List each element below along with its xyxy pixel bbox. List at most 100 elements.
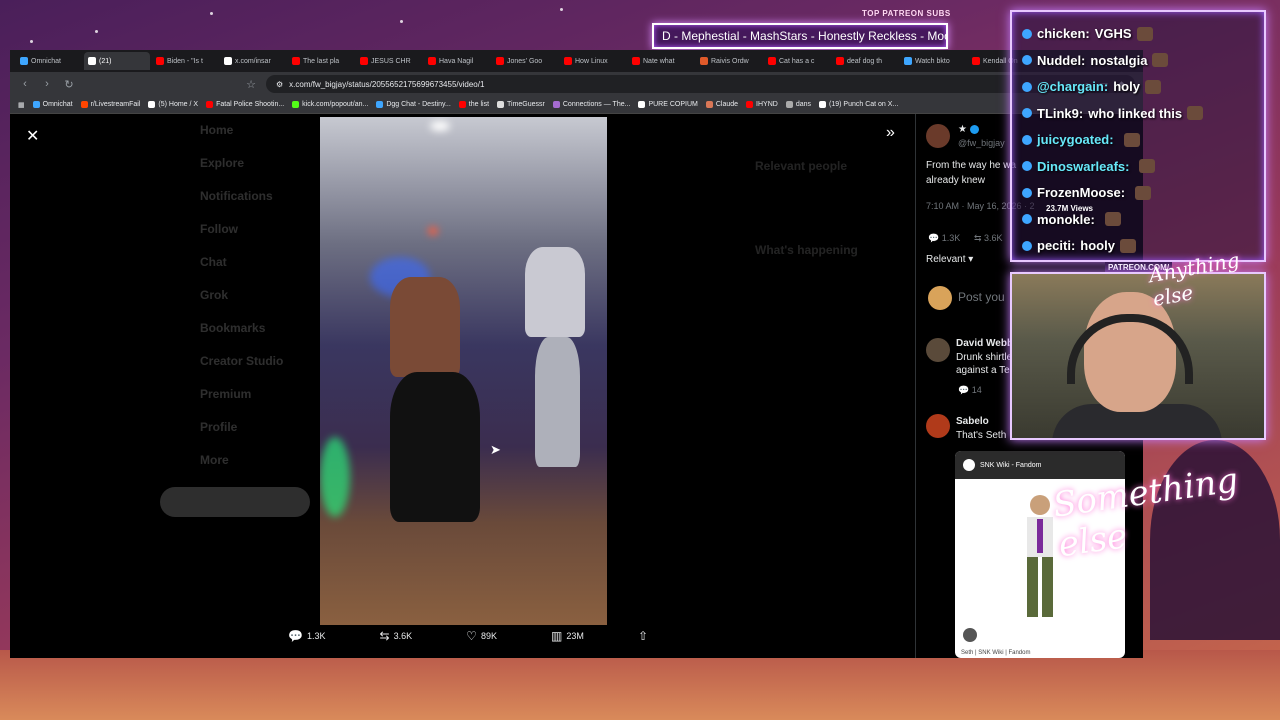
bookmark-item[interactable]: Omnichat <box>32 101 73 108</box>
share-icon: ⇧ <box>637 629 648 643</box>
reply2-name[interactable]: Sabelo <box>956 416 989 427</box>
reply1-name[interactable]: David Webb <box>956 338 1013 349</box>
tab-label: How Linux <box>575 57 608 65</box>
bookmark-label: Claude <box>715 101 739 108</box>
tab-label: JESUS CHR <box>371 57 411 65</box>
bookmark-item[interactable]: dans <box>785 101 811 108</box>
lens-icon[interactable] <box>963 628 977 642</box>
bookmark-item[interactable]: kick.com/popout/an... <box>292 101 368 108</box>
browser-tab[interactable]: JESUS CHR <box>356 52 422 70</box>
bookmark-item[interactable]: Connections — The... <box>552 101 630 108</box>
tweet-handle[interactable]: @fw_bigjay <box>958 138 1005 148</box>
chat-text: hooly <box>1080 238 1115 253</box>
forward-icon[interactable]: › <box>40 78 54 90</box>
man-in-vest <box>525 247 585 337</box>
tab-favicon-icon <box>156 57 164 65</box>
repost-count: 3.6K <box>393 631 413 641</box>
video-player[interactable] <box>320 117 607 625</box>
back-icon[interactable]: ‹ <box>18 78 32 90</box>
headset-icon <box>1067 314 1193 384</box>
x-nav-item: Explore <box>200 156 245 170</box>
views-icon: ▥ <box>551 629 563 643</box>
browser-tab[interactable]: Omnichat <box>16 52 82 70</box>
reply2-avatar[interactable] <box>926 414 950 438</box>
browser-window: Omnichat (21) Biden - "Is t x.com/insar The … <box>10 50 1143 658</box>
bookmark-item[interactable]: PURE COPIUM <box>638 101 698 108</box>
browser-tab[interactable]: deaf dog th <box>832 52 898 70</box>
tweet-reply-count[interactable]: 💬 1.3K <box>928 233 960 244</box>
bookmark-item[interactable]: Claude <box>705 101 739 108</box>
reload-icon[interactable]: ↻ <box>62 78 76 91</box>
x-right-dimmed: Relevant people What's happening <box>755 159 915 327</box>
bookmark-favicon-icon <box>148 101 156 108</box>
tab-favicon-icon <box>292 57 300 65</box>
black-pants <box>390 372 480 522</box>
chat-username: juicygoated: <box>1037 132 1114 147</box>
bookmark-item[interactable]: (5) Home / X <box>148 101 198 108</box>
browser-tab[interactable]: Biden - "Is t <box>152 52 218 70</box>
heart-icon: ♡ <box>466 629 477 643</box>
popup-caption: Seth | SNK Wiki | Fandom <box>961 650 1031 656</box>
avatar[interactable] <box>926 124 950 148</box>
view-count: 23M <box>566 631 584 641</box>
shirtless-man <box>390 277 460 377</box>
browser-tab[interactable]: How Linux <box>560 52 626 70</box>
chat-username: chicken: <box>1037 26 1090 41</box>
x-nav-item: Creator Studio <box>200 354 284 368</box>
site-favicon-icon <box>963 459 975 471</box>
browser-tab[interactable]: (21) <box>84 52 150 70</box>
browser-tab[interactable]: Watch bkto <box>900 52 966 70</box>
tab-label: Nate what <box>643 57 675 65</box>
sort-dropdown[interactable]: Relevant ▾ <box>926 254 973 265</box>
chat-platform-icon <box>1022 240 1032 251</box>
bookmark-item[interactable]: the list <box>458 101 489 108</box>
popup-header: SNK Wiki - Fandom <box>955 451 1125 479</box>
site-info-icon[interactable]: ⚙ <box>276 80 283 89</box>
chat-platform-icon <box>1022 187 1032 198</box>
tab-favicon-icon <box>904 57 912 65</box>
browser-tab[interactable]: Hava Nagil <box>424 52 490 70</box>
browser-tab[interactable]: Nate what <box>628 52 694 70</box>
tab-favicon-icon <box>20 57 28 65</box>
bookmark-item[interactable]: Dgg Chat - Destiny... <box>376 101 451 108</box>
close-icon[interactable]: ✕ <box>26 126 39 146</box>
bookmark-label: TimeGuessr <box>507 101 545 108</box>
browser-tab[interactable]: Raivis Ordw <box>696 52 762 70</box>
bookmark-item[interactable]: IHYND <box>746 101 778 108</box>
chat-text: who linked this <box>1088 105 1183 121</box>
address-bar[interactable]: ⚙ x.com/fw_bigjay/status/205565217569967… <box>266 75 1135 93</box>
own-avatar <box>928 286 952 310</box>
bookmark-item[interactable]: Fatal Police Shootin... <box>206 101 284 108</box>
reply-button[interactable]: 💬 1.3K <box>288 629 325 643</box>
bookmark-item[interactable]: r/LivestreamFail <box>80 101 140 108</box>
bookmark-favicon-icon <box>746 101 754 108</box>
browser-tab[interactable]: Jones' Goo <box>492 52 558 70</box>
mouse-cursor-icon: ➤ <box>490 442 501 457</box>
browser-tab[interactable]: The last pla <box>288 52 354 70</box>
share-button[interactable]: ⇧ <box>638 629 648 643</box>
bookmark-favicon-icon <box>206 101 214 108</box>
reply1-comments[interactable]: 💬 14 <box>958 385 982 396</box>
chat-platform-icon <box>1022 214 1032 224</box>
reply-input[interactable]: Post you <box>958 290 1005 304</box>
bookmark-star-icon[interactable]: ☆ <box>244 78 258 91</box>
repost-button[interactable]: ⇆ 3.6K <box>380 629 413 643</box>
tab-favicon-icon <box>700 57 708 65</box>
bookmark-item[interactable]: (19) Punch Cat on X... <box>819 101 898 108</box>
browser-tab[interactable]: x.com/insar <box>220 52 286 70</box>
chat-username: @chargain: <box>1037 79 1109 94</box>
bookmarks-bar: ▦ Omnichat r/LivestreamFail (5) Home / X Fa… <box>10 96 1143 114</box>
reply1-avatar[interactable] <box>926 338 950 362</box>
x-nav-item: Follow <box>200 222 238 236</box>
tweet-repost-count[interactable]: ⇆ 3.6K <box>974 233 1003 244</box>
expand-icon[interactable]: » <box>886 124 895 142</box>
bookmark-label: (19) Punch Cat on X... <box>829 101 899 108</box>
views-button[interactable]: ▥ 23M <box>551 629 584 643</box>
bookmark-label: (5) Home / X <box>158 101 199 108</box>
tab-label: deaf dog th <box>847 57 883 65</box>
bookmark-item[interactable]: TimeGuessr <box>497 101 545 108</box>
browser-tab[interactable]: Cat has a c <box>764 52 830 70</box>
like-button[interactable]: ♡ 89K <box>466 629 497 643</box>
apps-icon[interactable]: ▦ <box>18 101 25 109</box>
bookmark-favicon-icon <box>705 101 713 108</box>
